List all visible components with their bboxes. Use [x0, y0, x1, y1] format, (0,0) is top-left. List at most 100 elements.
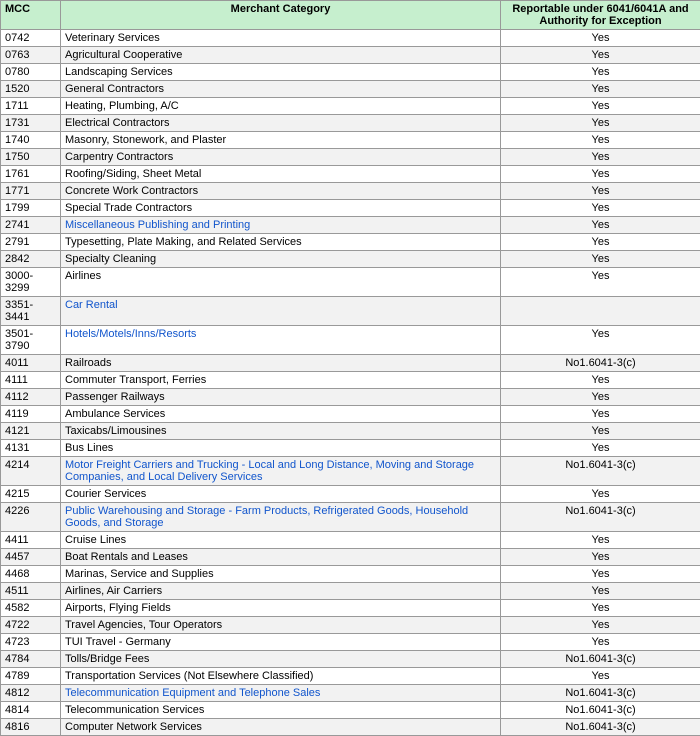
reportable-cell: Yes [501, 566, 700, 583]
category-cell[interactable]: Telecommunication Equipment and Telephon… [61, 685, 501, 702]
mcc-cell: 4226 [1, 503, 61, 532]
reportable-cell: Yes [501, 600, 700, 617]
category-cell[interactable]: Car Rental [61, 297, 501, 326]
table-row: 4226Public Warehousing and Storage - Far… [1, 503, 700, 532]
mcc-cell: 0780 [1, 64, 61, 81]
table-row: 1750Carpentry ContractorsYes [1, 149, 700, 166]
reportable-cell: Yes [501, 389, 700, 406]
reportable-cell: Yes [501, 549, 700, 566]
mcc-cell: 4511 [1, 583, 61, 600]
reportable-cell: Yes [501, 81, 700, 98]
category-link[interactable]: Car Rental [65, 299, 118, 311]
category-cell: Airlines [61, 268, 501, 297]
category-cell: Roofing/Siding, Sheet Metal [61, 166, 501, 183]
table-row: 4723TUI Travel - GermanyYes [1, 634, 700, 651]
table-row: 2791Typesetting, Plate Making, and Relat… [1, 234, 700, 251]
reportable-cell: Yes [501, 406, 700, 423]
mcc-cell: 4119 [1, 406, 61, 423]
table-row: 1761Roofing/Siding, Sheet MetalYes [1, 166, 700, 183]
category-cell: Transportation Services (Not Elsewhere C… [61, 668, 501, 685]
category-link[interactable]: Telecommunication Equipment and Telephon… [65, 687, 320, 699]
mcc-cell: 1750 [1, 149, 61, 166]
mcc-cell: 4411 [1, 532, 61, 549]
category-cell: Railroads [61, 355, 501, 372]
reportable-cell: Yes [501, 98, 700, 115]
category-cell: Airports, Flying Fields [61, 600, 501, 617]
table-row: 4511Airlines, Air CarriersYes [1, 583, 700, 600]
table-row: 2842Specialty CleaningYes [1, 251, 700, 268]
category-cell: Passenger Railways [61, 389, 501, 406]
category-cell: Boat Rentals and Leases [61, 549, 501, 566]
mcc-cell: 1731 [1, 115, 61, 132]
table-row: 4214Motor Freight Carriers and Trucking … [1, 457, 700, 486]
table-row: 4119Ambulance ServicesYes [1, 406, 700, 423]
mcc-cell: 4789 [1, 668, 61, 685]
mcc-cell: 1740 [1, 132, 61, 149]
category-cell: Concrete Work Contractors [61, 183, 501, 200]
category-cell: Electrical Contractors [61, 115, 501, 132]
mcc-cell: 4112 [1, 389, 61, 406]
category-link[interactable]: Motor Freight Carriers and Trucking - Lo… [65, 459, 474, 483]
mcc-cell: 4215 [1, 486, 61, 503]
mcc-cell: 4582 [1, 600, 61, 617]
reportable-cell: Yes [501, 47, 700, 64]
mcc-cell: 2791 [1, 234, 61, 251]
table-row: 1799Special Trade ContractorsYes [1, 200, 700, 217]
table-row: 4816Computer Network ServicesNo1.6041-3(… [1, 719, 700, 736]
table-row: 4582Airports, Flying FieldsYes [1, 600, 700, 617]
category-cell: Telecommunication Services [61, 702, 501, 719]
category-cell: Heating, Plumbing, A/C [61, 98, 501, 115]
reportable-cell: No1.6041-3(c) [501, 702, 700, 719]
category-cell: Courier Services [61, 486, 501, 503]
mcc-cell: 1711 [1, 98, 61, 115]
table-row: 0780Landscaping ServicesYes [1, 64, 700, 81]
reportable-cell: Yes [501, 486, 700, 503]
reportable-cell: Yes [501, 372, 700, 389]
table-row: 1520General ContractorsYes [1, 81, 700, 98]
mcc-cell: 1771 [1, 183, 61, 200]
reportable-cell: No1.6041-3(c) [501, 651, 700, 668]
table-row: 4722Travel Agencies, Tour OperatorsYes [1, 617, 700, 634]
reportable-cell: Yes [501, 268, 700, 297]
category-link[interactable]: Hotels/Motels/Inns/Resorts [65, 328, 196, 340]
reportable-cell: Yes [501, 132, 700, 149]
category-cell[interactable]: Motor Freight Carriers and Trucking - Lo… [61, 457, 501, 486]
category-cell[interactable]: Hotels/Motels/Inns/Resorts [61, 326, 501, 355]
category-cell: Landscaping Services [61, 64, 501, 81]
category-cell[interactable]: Public Warehousing and Storage - Farm Pr… [61, 503, 501, 532]
category-cell: Masonry, Stonework, and Plaster [61, 132, 501, 149]
reportable-cell: Yes [501, 234, 700, 251]
reportable-cell: Yes [501, 440, 700, 457]
mcc-cell: 4723 [1, 634, 61, 651]
category-cell: Agricultural Cooperative [61, 47, 501, 64]
table-row: 4457Boat Rentals and LeasesYes [1, 549, 700, 566]
table-row: 1711Heating, Plumbing, A/CYes [1, 98, 700, 115]
table-row: 4011RailroadsNo1.6041-3(c) [1, 355, 700, 372]
category-cell: Travel Agencies, Tour Operators [61, 617, 501, 634]
category-cell[interactable]: Miscellaneous Publishing and Printing [61, 217, 501, 234]
table-row: 4411Cruise LinesYes [1, 532, 700, 549]
reportable-cell: Yes [501, 166, 700, 183]
category-cell: Airlines, Air Carriers [61, 583, 501, 600]
mcc-cell: 3501-3790 [1, 326, 61, 355]
mcc-cell: 4121 [1, 423, 61, 440]
reportable-cell: Yes [501, 115, 700, 132]
reportable-cell: No1.6041-3(c) [501, 503, 700, 532]
reportable-cell: Yes [501, 149, 700, 166]
table-row: 4789Transportation Services (Not Elsewhe… [1, 668, 700, 685]
category-cell: Marinas, Service and Supplies [61, 566, 501, 583]
category-cell: Veterinary Services [61, 30, 501, 47]
table-row: 4784Tolls/Bridge FeesNo1.6041-3(c) [1, 651, 700, 668]
category-cell: TUI Travel - Germany [61, 634, 501, 651]
category-link[interactable]: Miscellaneous Publishing and Printing [65, 219, 250, 231]
table-row: 4111Commuter Transport, FerriesYes [1, 372, 700, 389]
category-cell: Taxicabs/Limousines [61, 423, 501, 440]
reportable-cell [501, 297, 700, 326]
table-row: 4112Passenger RailwaysYes [1, 389, 700, 406]
category-link[interactable]: Public Warehousing and Storage - Farm Pr… [65, 505, 468, 529]
reportable-cell: No1.6041-3(c) [501, 457, 700, 486]
category-cell: Commuter Transport, Ferries [61, 372, 501, 389]
mcc-cell: 1799 [1, 200, 61, 217]
mcc-cell: 4784 [1, 651, 61, 668]
reportable-cell: Yes [501, 423, 700, 440]
